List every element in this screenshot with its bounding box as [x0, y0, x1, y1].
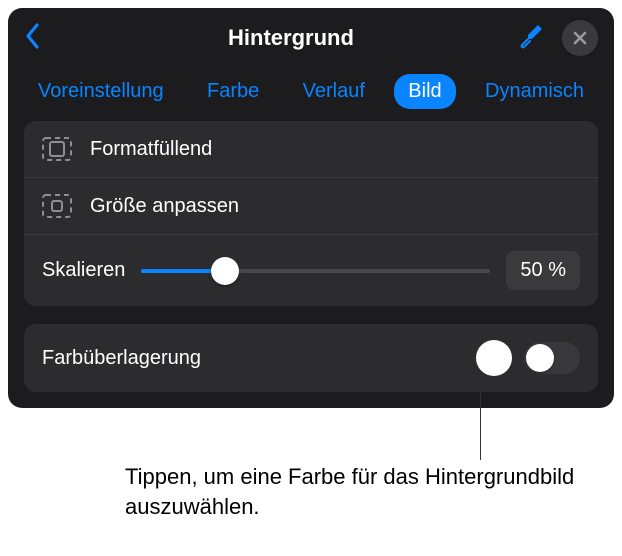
header: Hintergrund [8, 8, 614, 66]
scale-label: Skalieren [42, 259, 125, 282]
back-button[interactable] [24, 22, 42, 55]
background-panel: Hintergrund Voreinstellung Farbe Verlauf… [8, 8, 614, 408]
tab-preset[interactable]: Voreinstellung [24, 74, 178, 109]
color-overlay-label: Farbüberlagerung [42, 347, 201, 370]
scale-slider[interactable] [141, 257, 490, 285]
fit-label: Größe anpassen [90, 195, 239, 218]
color-overlay-swatch[interactable] [476, 340, 512, 376]
tab-dynamic[interactable]: Dynamisch [471, 74, 598, 109]
fill-mode-group: Formatfüllend Größe anpassen Skalieren 5… [24, 121, 598, 306]
callout-leader-line [480, 390, 481, 460]
eyedropper-icon[interactable] [518, 23, 544, 54]
tab-gradient[interactable]: Verlauf [289, 74, 379, 109]
color-overlay-row: Farbüberlagerung [24, 324, 598, 392]
fill-screen-row[interactable]: Formatfüllend [24, 121, 598, 177]
color-overlay-toggle[interactable] [524, 342, 580, 374]
tab-image[interactable]: Bild [394, 74, 455, 109]
tab-color[interactable]: Farbe [193, 74, 273, 109]
scale-value[interactable]: 50 % [506, 251, 580, 290]
fit-row[interactable]: Größe anpassen [24, 177, 598, 234]
scale-row: Skalieren 50 % [24, 234, 598, 306]
fill-screen-label: Formatfüllend [90, 138, 212, 161]
callout-text: Tippen, um eine Farbe für das Hintergrun… [125, 462, 595, 521]
fill-screen-icon [42, 137, 72, 161]
tab-bar: Voreinstellung Farbe Verlauf Bild Dynami… [8, 66, 614, 121]
fit-icon [42, 194, 72, 218]
close-button[interactable] [562, 20, 598, 56]
page-title: Hintergrund [84, 25, 498, 51]
